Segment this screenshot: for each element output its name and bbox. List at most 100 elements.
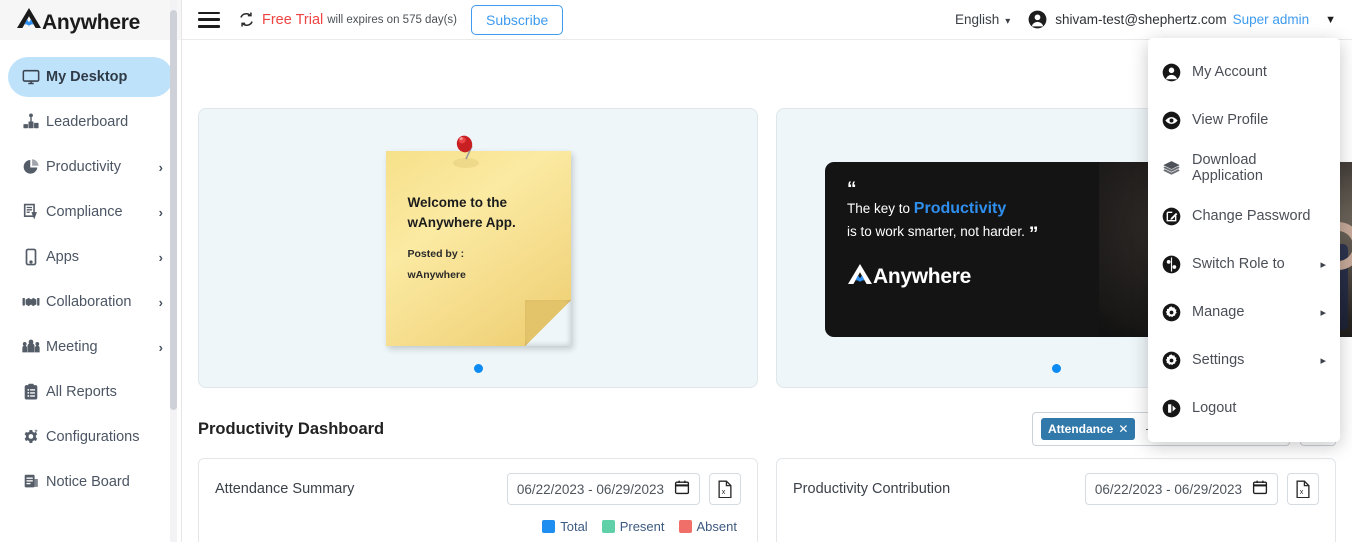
- app-logo[interactable]: Anywhere: [0, 0, 181, 40]
- sidebar-item-apps[interactable]: Apps ›: [8, 237, 173, 277]
- sidebar-item-compliance[interactable]: Compliance ›: [8, 192, 173, 232]
- page-title: Productivity Dashboard: [198, 419, 385, 438]
- handshake-icon: [22, 293, 46, 311]
- mobile-icon: [22, 248, 46, 266]
- language-selector[interactable]: English ▾: [955, 12, 1010, 27]
- chart-legend: Total Present Absent: [215, 519, 741, 534]
- panel-title: Attendance Summary: [215, 481, 355, 497]
- menu-item-label: Manage: [1192, 304, 1245, 320]
- menu-item-change-password[interactable]: Change Password: [1148, 192, 1340, 240]
- main-area: Free Trial will expires on 575 day(s) Su…: [182, 0, 1352, 542]
- top-header: Free Trial will expires on 575 day(s) Su…: [182, 0, 1352, 40]
- menu-item-switch-role-to[interactable]: Switch Role to ▸: [1148, 240, 1340, 288]
- refresh-icon: [238, 11, 255, 28]
- user-role-label[interactable]: Super admin: [1233, 12, 1310, 27]
- menu-item-download-application[interactable]: Download Application: [1148, 144, 1340, 192]
- gear-circle-icon: [1162, 303, 1192, 322]
- excel-export-icon[interactable]: x: [1287, 473, 1319, 505]
- trial-label: Free Trial: [262, 11, 324, 28]
- productivity-contribution-panel: Productivity Contribution 06/22/2023 - 0…: [776, 458, 1336, 542]
- menu-item-label: View Profile: [1192, 112, 1269, 128]
- anywhere-logo-icon: [847, 263, 873, 290]
- clipboard-icon: [22, 383, 46, 401]
- legend-item[interactable]: Absent: [678, 519, 737, 534]
- sidebar-item-label: Compliance: [46, 204, 123, 220]
- legend-swatch: [601, 520, 615, 533]
- chevron-right-icon: ›: [158, 294, 163, 310]
- chevron-right-icon: ›: [158, 339, 163, 355]
- user-circle-icon: [1162, 63, 1192, 82]
- legend-item[interactable]: Total: [542, 519, 588, 534]
- svg-text:x: x: [722, 488, 726, 496]
- panel-tools: 06/22/2023 - 06/29/2023 x: [1084, 473, 1319, 505]
- anywhere-logo-icon: [16, 7, 42, 29]
- menu-item-my-account[interactable]: My Account: [1148, 48, 1340, 96]
- user-menu-caret-icon[interactable]: ▼: [1325, 14, 1336, 26]
- panel-header: Productivity Contribution 06/22/2023 - 0…: [793, 473, 1319, 505]
- sidebar-item-label: Leaderboard: [46, 114, 129, 130]
- quote-prefix: The key to: [847, 201, 914, 217]
- subscribe-button[interactable]: Subscribe: [471, 4, 564, 35]
- user-email-label: shivam-test@shephertz.com: [1055, 12, 1227, 27]
- sidebar-item-label: Meeting: [46, 339, 98, 355]
- logout-icon: [1162, 399, 1192, 418]
- excel-export-icon[interactable]: x: [709, 473, 741, 505]
- date-range-picker[interactable]: 06/22/2023 - 06/29/2023: [506, 473, 700, 505]
- logo-text: Anywhere: [42, 11, 140, 34]
- quote-line-2-text: is to work smarter, not harder.: [847, 224, 1025, 240]
- chevron-right-icon: ▸: [1320, 258, 1326, 271]
- chevron-right-icon: ›: [158, 159, 163, 175]
- panel-tools: 06/22/2023 - 06/29/2023 x: [506, 473, 741, 505]
- menu-item-view-profile[interactable]: View Profile: [1148, 96, 1340, 144]
- panel-title: Productivity Contribution: [793, 481, 951, 497]
- chevron-right-icon: ›: [158, 249, 163, 265]
- panel-header: Attendance Summary 06/22/2023 - 06/29/20…: [215, 473, 741, 505]
- chevron-down-icon: ▾: [1005, 16, 1011, 27]
- eye-icon: [1162, 111, 1192, 130]
- calendar-icon[interactable]: [1252, 479, 1268, 500]
- legend-swatch: [542, 520, 556, 533]
- sidebar-item-label: Collaboration: [46, 294, 132, 310]
- language-label: English: [954, 12, 1000, 27]
- carousel-dot-active[interactable]: [473, 364, 483, 373]
- banner-logo-text: Anywhere: [873, 264, 971, 288]
- sidebar-item-leaderboard[interactable]: Leaderboard: [8, 102, 173, 142]
- user-avatar-icon[interactable]: [1028, 10, 1047, 29]
- legend-label: Total: [560, 519, 588, 534]
- pie-chart-icon: [22, 158, 46, 176]
- sidebar-item-productivity[interactable]: Productivity ›: [8, 147, 173, 187]
- status-badge[interactable]: Attendance ✕: [1041, 418, 1136, 440]
- layers-icon: [1162, 159, 1192, 178]
- note-posted-by-value: wAnywhere: [407, 269, 466, 282]
- menu-item-logout[interactable]: Logout: [1148, 384, 1340, 432]
- welcome-note-carousel: Welcome to the wAnywhere App. Posted by …: [198, 108, 758, 388]
- monitor-icon: [22, 68, 46, 86]
- close-icon[interactable]: ✕: [1118, 422, 1128, 436]
- sidebar-item-collaboration[interactable]: Collaboration ›: [8, 282, 173, 322]
- hamburger-icon[interactable]: [196, 11, 222, 29]
- notice-board-icon: [22, 473, 46, 491]
- sidebar-item-all-reports[interactable]: All Reports: [8, 372, 173, 412]
- header-right-cluster: English ▾ shivam-test@shephertz.com Super…: [955, 10, 1336, 29]
- sidebar-item-configurations[interactable]: Configurations: [8, 417, 173, 457]
- sidebar: Anywhere My Desktop Leaderboard Producti…: [0, 0, 182, 542]
- sidebar-item-my-desktop[interactable]: My Desktop: [8, 57, 173, 97]
- settings-circle-icon: [1162, 351, 1192, 370]
- chevron-right-icon: ▸: [1320, 354, 1326, 367]
- svg-text:x: x: [1300, 488, 1304, 496]
- sidebar-item-meeting[interactable]: Meeting ›: [8, 327, 173, 367]
- menu-item-label: Logout: [1192, 400, 1237, 416]
- date-range-picker[interactable]: 06/22/2023 - 06/29/2023: [1084, 473, 1278, 505]
- legend-item[interactable]: Present: [601, 519, 665, 534]
- leaderboard-icon: [22, 113, 46, 131]
- quote-close-icon: ”: [1028, 224, 1039, 246]
- trial-status: Free Trial will expires on 575 day(s): [238, 11, 457, 28]
- menu-item-settings[interactable]: Settings ▸: [1148, 336, 1340, 384]
- calendar-icon[interactable]: [674, 479, 690, 500]
- carousel-dot-active[interactable]: [1051, 364, 1061, 373]
- sidebar-item-notice-board[interactable]: Notice Board: [8, 462, 173, 502]
- menu-item-label: My Account: [1192, 64, 1267, 80]
- sidebar-scrollbar-thumb[interactable]: [170, 10, 177, 410]
- sidebar-nav: My Desktop Leaderboard Productivity › Co…: [0, 40, 181, 502]
- menu-item-manage[interactable]: Manage ▸: [1148, 288, 1340, 336]
